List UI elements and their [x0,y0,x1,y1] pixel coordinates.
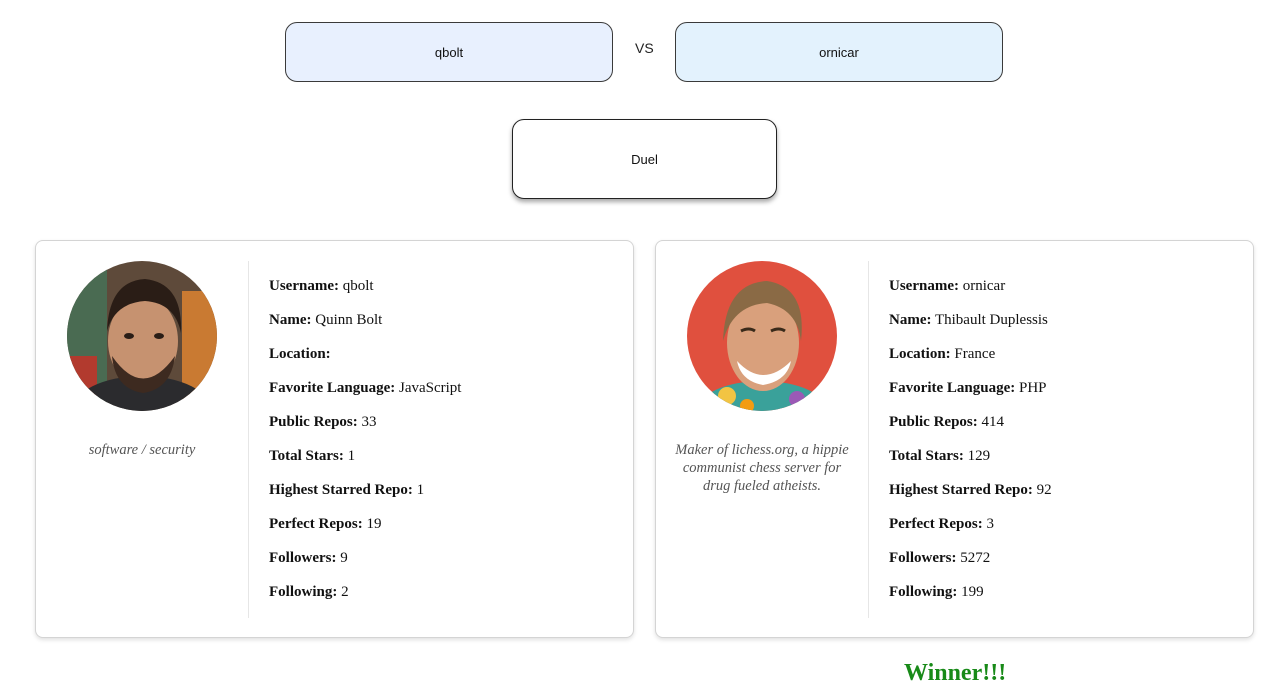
player-one-input[interactable] [285,22,613,82]
stat-perfect-repos: Perfect Repos: 3 [889,514,1052,548]
stats-list: Username: ornicar Name: Thibault Dupless… [889,276,1052,616]
stat-value: 1 [416,482,425,498]
stat-value: JavaScript [398,380,462,396]
stat-label: Location: [889,346,951,362]
stat-value: ornicar [962,278,1006,294]
stat-value: 92 [1036,482,1052,498]
avatar [67,261,217,411]
profile-card-left: software / security Username: qbolt Name… [35,240,634,638]
stat-followers: Followers: 9 [269,548,461,582]
stat-label: Public Repos: [889,414,978,430]
profile-column: software / security [36,241,248,637]
stat-label: Following: [889,584,958,600]
stat-value: France [954,346,996,362]
stat-location: Location: France [889,344,1052,378]
stat-username: Username: qbolt [269,276,461,310]
profile-column: Maker of lichess.org, a hippie communist… [656,241,868,637]
stat-value: 5272 [960,550,991,566]
stat-location: Location: [269,344,461,378]
stat-username: Username: ornicar [889,276,1052,310]
stat-favorite-language: Favorite Language: PHP [889,378,1052,412]
stat-public-repos: Public Repos: 33 [269,412,461,446]
stat-label: Name: [269,312,312,328]
stat-label: Favorite Language: [269,380,396,396]
stat-value: 9 [340,550,348,566]
stats-list: Username: qbolt Name: Quinn Bolt Locatio… [269,276,461,616]
stat-value: qbolt [342,278,374,294]
user-bio: Maker of lichess.org, a hippie communist… [675,442,849,494]
stat-following: Following: 2 [269,582,461,616]
stat-perfect-repos: Perfect Repos: 19 [269,514,461,548]
stat-value: 19 [366,516,382,532]
stat-label: Highest Starred Repo: [269,482,413,498]
stat-label: Highest Starred Repo: [889,482,1033,498]
stat-value: Thibault Duplessis [934,312,1048,328]
stat-label: Perfect Repos: [269,516,363,532]
card-divider [868,261,869,618]
stat-value: 2 [341,584,349,600]
stat-highest-starred-repo: Highest Starred Repo: 1 [269,480,461,514]
card-divider [248,261,249,618]
stat-label: Public Repos: [269,414,358,430]
stat-value: 199 [961,584,984,600]
stat-following: Following: 199 [889,582,1052,616]
stat-total-stars: Total Stars: 1 [269,446,461,480]
stat-value: 33 [361,414,377,430]
stat-label: Location: [269,346,331,362]
stat-label: Username: [269,278,339,294]
vs-label: VS [635,40,654,56]
duel-button[interactable]: Duel [512,119,777,199]
stat-label: Followers: [269,550,337,566]
stat-public-repos: Public Repos: 414 [889,412,1052,446]
stat-highest-starred-repo: Highest Starred Repo: 92 [889,480,1052,514]
stat-label: Following: [269,584,338,600]
stat-favorite-language: Favorite Language: JavaScript [269,378,461,412]
stat-label: Total Stars: [889,448,964,464]
profile-card-right: Maker of lichess.org, a hippie communist… [655,240,1254,638]
user-bio: software / security [88,442,196,458]
stat-label: Perfect Repos: [889,516,983,532]
stat-value: PHP [1018,380,1047,396]
stat-name: Name: Thibault Duplessis [889,310,1052,344]
stat-followers: Followers: 5272 [889,548,1052,582]
stat-value: Quinn Bolt [315,312,383,328]
stat-name: Name: Quinn Bolt [269,310,461,344]
stat-value: 414 [981,414,1005,430]
player-two-input[interactable] [675,22,1003,82]
stat-label: Total Stars: [269,448,344,464]
stat-label: Followers: [889,550,957,566]
stat-label: Favorite Language: [889,380,1016,396]
avatar [687,261,837,411]
stat-value: 1 [347,448,356,464]
stat-label: Username: [889,278,959,294]
winner-label: Winner!!! [904,660,1007,686]
stat-total-stars: Total Stars: 129 [889,446,1052,480]
stat-label: Name: [889,312,932,328]
stat-value: 129 [967,448,991,464]
stat-value: 3 [986,516,994,532]
